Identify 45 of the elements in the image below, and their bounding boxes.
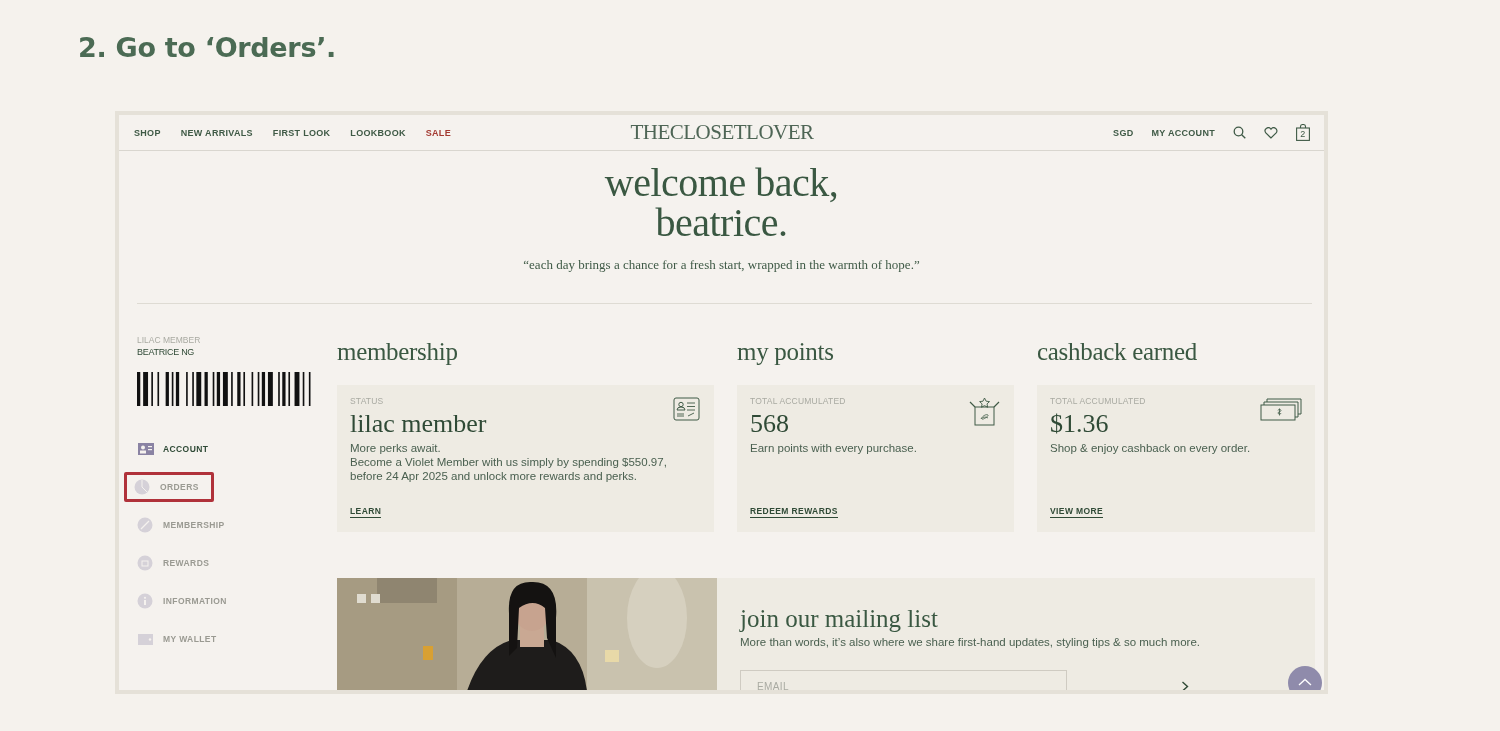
chevron-up-icon [1298,678,1312,686]
section-title: membership [337,337,459,367]
member-tier-label: LILAC MEMBER [137,335,202,345]
mailing-title: join our mailing list [740,604,939,634]
stat-label: TOTAL ACCUMULATED [1050,396,1147,406]
banknotes-icon [1260,397,1302,421]
card-link[interactable]: REDEEM REWARDS [750,506,838,518]
card-link[interactable]: VIEW MORE [1050,506,1104,518]
card-link[interactable]: LEARN [350,506,382,518]
gift-box-icon [969,397,1001,427]
nav-link[interactable]: FIRST LOOK [272,127,331,138]
nav-link[interactable]: LOOKBOOK [350,127,406,138]
scroll-to-top-button[interactable] [1288,666,1322,690]
sidebar-item[interactable]: ACCOUNT [134,434,220,464]
mailing-description: More than words, it’s also where we share first-hand updates, styling tips & so much more. [740,636,1200,648]
info-icon [137,593,154,609]
card-description: Earn points with every purchase. [750,441,918,455]
stat-value: lilac member [350,409,487,439]
section-title: my points [737,337,835,367]
stat-label: TOTAL ACCUMULATED [750,396,847,406]
member-name: BEATRICE NG [137,347,196,357]
nav-link[interactable]: SHOP [134,127,161,138]
currency-selector[interactable]: SGD [1113,127,1134,138]
search-icon[interactable] [1233,126,1246,139]
quote: “each day brings a chance for a fresh start, wrapped in the warmth of hope.” [522,257,921,273]
wallet-icon [137,631,154,647]
heart-icon[interactable] [1264,126,1278,139]
card-description: More perks await. Become a Violet Member with us simply by spending $550.97, before 24 Apr 2025 and unlock more rewards and perks. [350,441,668,483]
bag-icon[interactable]: 2 [1296,124,1310,141]
email-field[interactable]: EMAIL [740,670,1067,690]
chevron-right-icon[interactable] [1181,681,1189,690]
clock-icon [134,479,151,495]
id-card-icon [137,441,154,457]
nav-link[interactable]: NEW ARRIVALS [180,127,253,138]
step-title: 2. Go to ‘Orders’. [78,32,338,64]
profile-card-icon [673,397,701,422]
nav-link[interactable]: SALE [425,127,451,138]
account-link[interactable]: MY ACCOUNT [1151,127,1215,138]
stat-value: 568 [750,409,789,439]
card-description: Shop & enjoy cashback on every order. [1050,441,1252,455]
stat-value: $1.36 [1050,409,1109,439]
stat-label: STATUS [350,396,385,406]
welcome-heading: welcome back, beatrice. [603,163,840,243]
logo[interactable]: THECLOSETLOVER [630,120,814,145]
section-title: cashback earned [1037,337,1198,367]
